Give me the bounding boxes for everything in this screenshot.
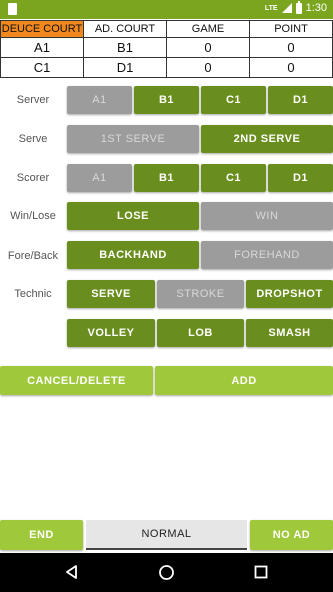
back-icon[interactable] (64, 564, 80, 580)
network-type: LTE (264, 4, 278, 12)
header-game: GAME (166, 20, 250, 38)
scorer-button-c1[interactable]: C1 (201, 164, 266, 192)
cell-game: 0 (166, 37, 250, 58)
server-button-a1[interactable]: A1 (67, 86, 132, 114)
navigation-bar (0, 553, 333, 592)
server-button-b1[interactable]: B1 (134, 86, 199, 114)
status-bar: LTE 1:30 (0, 0, 333, 19)
lose-button[interactable]: LOSE (67, 202, 199, 230)
win-lose-label: Win/Lose (10, 210, 56, 222)
server-button-c1[interactable]: C1 (201, 86, 266, 114)
server-label: Server (16, 94, 50, 106)
technic-label: Technic (14, 288, 52, 300)
table-row: A1 B1 0 0 (0, 37, 333, 58)
scorer-button-d1[interactable]: D1 (268, 164, 333, 192)
scorer-button-a1[interactable]: A1 (67, 164, 132, 192)
cell-point: 0 (249, 37, 333, 58)
recent-apps-icon[interactable] (254, 565, 268, 579)
forehand-button[interactable]: FOREHAND (201, 241, 333, 269)
cancel-delete-button[interactable]: CANCEL/DELETE (0, 366, 153, 395)
first-serve-button[interactable]: 1ST SERVE (67, 125, 199, 153)
cell-point: 0 (249, 57, 333, 78)
backhand-button[interactable]: BACKHAND (67, 241, 199, 269)
sim-card-icon (8, 3, 17, 15)
serve-technic-button[interactable]: SERVE (67, 280, 155, 308)
header-ad-court: AD. COURT (83, 20, 167, 38)
score-table-header: DEUCE COURT AD. COURT GAME POINT (0, 20, 333, 38)
fore-back-label: Fore/Back (7, 250, 59, 262)
no-ad-button[interactable]: NO AD (250, 520, 333, 550)
stroke-button[interactable]: STROKE (157, 280, 244, 308)
cell-game: 0 (166, 57, 250, 78)
battery-icon (295, 0, 302, 14)
scorer-label: Scorer (16, 172, 50, 184)
scorer-button-b1[interactable]: B1 (134, 164, 199, 192)
cell-ad-player[interactable]: B1 (83, 37, 167, 58)
cell-deuce-player[interactable]: A1 (0, 37, 84, 58)
volley-button[interactable]: VOLLEY (67, 319, 155, 347)
server-button-d1[interactable]: D1 (268, 86, 333, 114)
cell-ad-player[interactable]: D1 (83, 57, 167, 78)
add-button[interactable]: ADD (155, 366, 333, 395)
smash-button[interactable]: SMASH (246, 319, 333, 347)
signal-icon (281, 3, 292, 13)
end-button[interactable]: END (0, 520, 83, 550)
score-table: DEUCE COURT AD. COURT GAME POINT A1 B1 0… (0, 20, 333, 78)
dropshot-button[interactable]: DROPSHOT (246, 280, 333, 308)
clock: 1:30 (305, 2, 327, 14)
mode-button[interactable]: NORMAL (86, 520, 247, 550)
win-button[interactable]: WIN (201, 202, 333, 230)
table-row: C1 D1 0 0 (0, 57, 333, 78)
header-point: POINT (249, 20, 333, 38)
header-deuce-court: DEUCE COURT (0, 20, 84, 38)
second-serve-button[interactable]: 2ND SERVE (201, 125, 333, 153)
home-icon[interactable] (158, 564, 175, 581)
lob-button[interactable]: LOB (157, 319, 244, 347)
cell-deuce-player[interactable]: C1 (0, 57, 84, 78)
serve-label: Serve (18, 133, 48, 145)
